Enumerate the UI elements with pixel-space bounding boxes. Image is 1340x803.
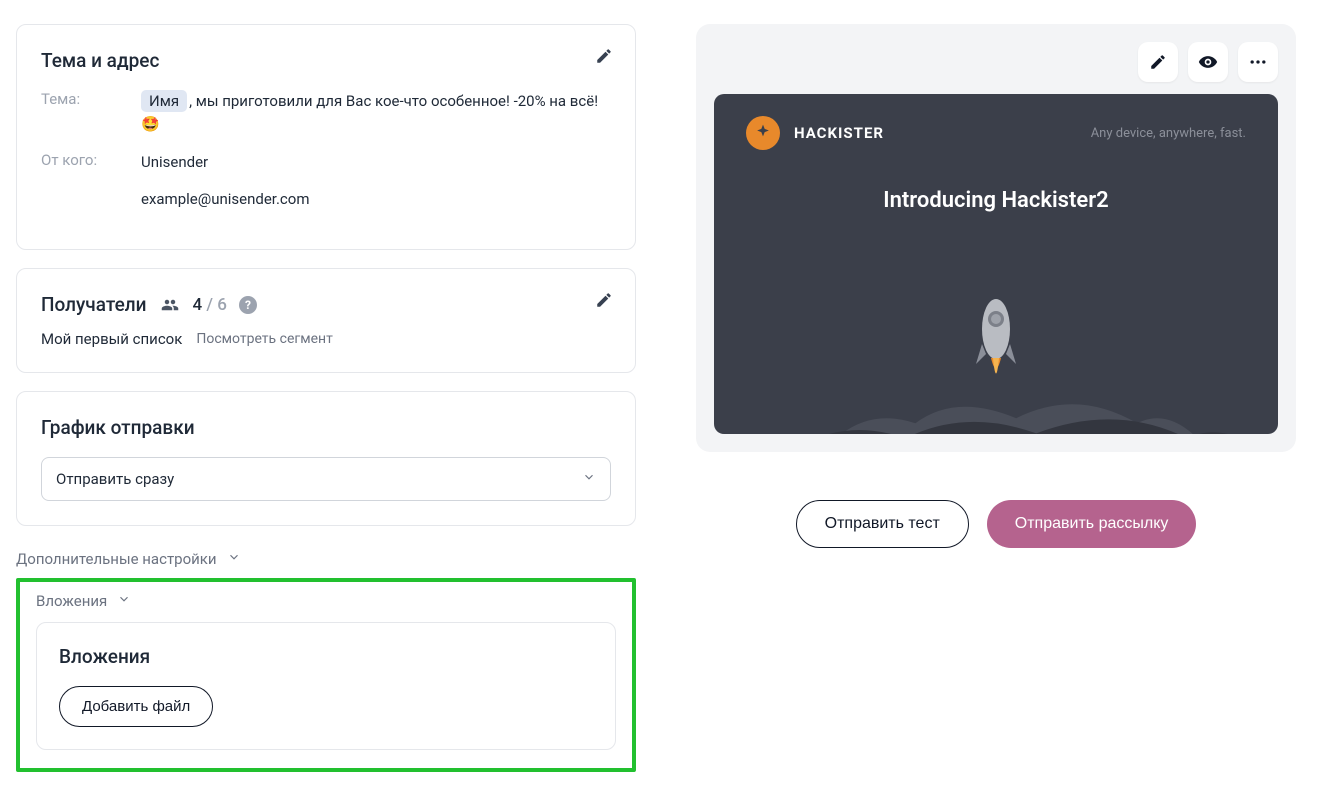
subject-value: Имя, мы приготовили для Вас кое-что особ… <box>141 90 611 137</box>
brand-name: HACKISTER <box>794 124 884 142</box>
recipients-list-name: Мой первый список <box>41 330 182 348</box>
schedule-title: График отправки <box>41 416 611 439</box>
recipients-title: Получатели <box>41 293 147 316</box>
attachments-card: Вложения Добавить файл <box>36 622 616 750</box>
email-preview-frame: HACKISTER Any device, anywhere, fast. In… <box>714 94 1278 434</box>
pencil-icon <box>595 291 613 309</box>
recipients-card: Получатели 4 / 6 ? Мой первый список Пос… <box>16 268 636 373</box>
pencil-icon <box>595 47 613 65</box>
from-label: От кого: <box>41 151 141 212</box>
edit-subject-button[interactable] <box>595 47 613 68</box>
schedule-select[interactable]: Отправить сразу <box>41 457 611 501</box>
from-email: example@unisender.com <box>141 188 310 211</box>
edit-recipients-button[interactable] <box>595 291 613 312</box>
attachments-title: Вложения <box>59 645 593 668</box>
send-campaign-button[interactable]: Отправить рассылку <box>987 500 1197 548</box>
subject-card-title: Тема и адрес <box>41 49 611 72</box>
people-icon <box>159 296 181 314</box>
subject-label: Тема: <box>41 90 141 137</box>
send-test-button[interactable]: Отправить тест <box>796 500 969 548</box>
recipients-count: 4 / 6 <box>193 295 227 315</box>
rocket-illustration <box>714 284 1278 434</box>
from-name: Unisender <box>141 151 310 174</box>
schedule-selected-value: Отправить сразу <box>56 470 174 488</box>
help-icon[interactable]: ? <box>239 296 257 314</box>
advanced-settings-toggle[interactable]: Дополнительные настройки <box>16 544 636 582</box>
pencil-icon <box>1149 53 1167 71</box>
chevron-down-icon <box>582 470 596 488</box>
brand-logo-icon <box>746 116 780 150</box>
attachments-toggle-label: Вложения <box>36 592 107 610</box>
edit-template-button[interactable] <box>1138 42 1178 82</box>
preview-button[interactable] <box>1188 42 1228 82</box>
view-segment-link[interactable]: Посмотреть сегмент <box>196 331 333 347</box>
attachments-toggle[interactable]: Вложения <box>36 588 616 622</box>
chevron-down-icon <box>117 592 131 610</box>
email-preview-panel: HACKISTER Any device, anywhere, fast. In… <box>696 24 1296 452</box>
chevron-down-icon <box>227 550 241 568</box>
brand-tagline: Any device, anywhere, fast. <box>1091 126 1246 141</box>
attachments-highlight-frame: Вложения Вложения Добавить файл <box>16 578 636 772</box>
advanced-settings-label: Дополнительные настройки <box>16 550 217 568</box>
dots-icon <box>1248 52 1268 72</box>
more-options-button[interactable] <box>1238 42 1278 82</box>
subject-address-card: Тема и адрес Тема: Имя, мы приготовили д… <box>16 24 636 250</box>
add-file-button[interactable]: Добавить файл <box>59 686 213 727</box>
schedule-card: График отправки Отправить сразу <box>16 391 636 526</box>
eye-icon <box>1198 52 1218 72</box>
subject-text: , мы приготовили для Вас кое-что особенн… <box>141 92 598 133</box>
merge-tag-chip: Имя <box>141 90 187 112</box>
preview-hero-title: Introducing Hackister2 <box>714 188 1278 213</box>
